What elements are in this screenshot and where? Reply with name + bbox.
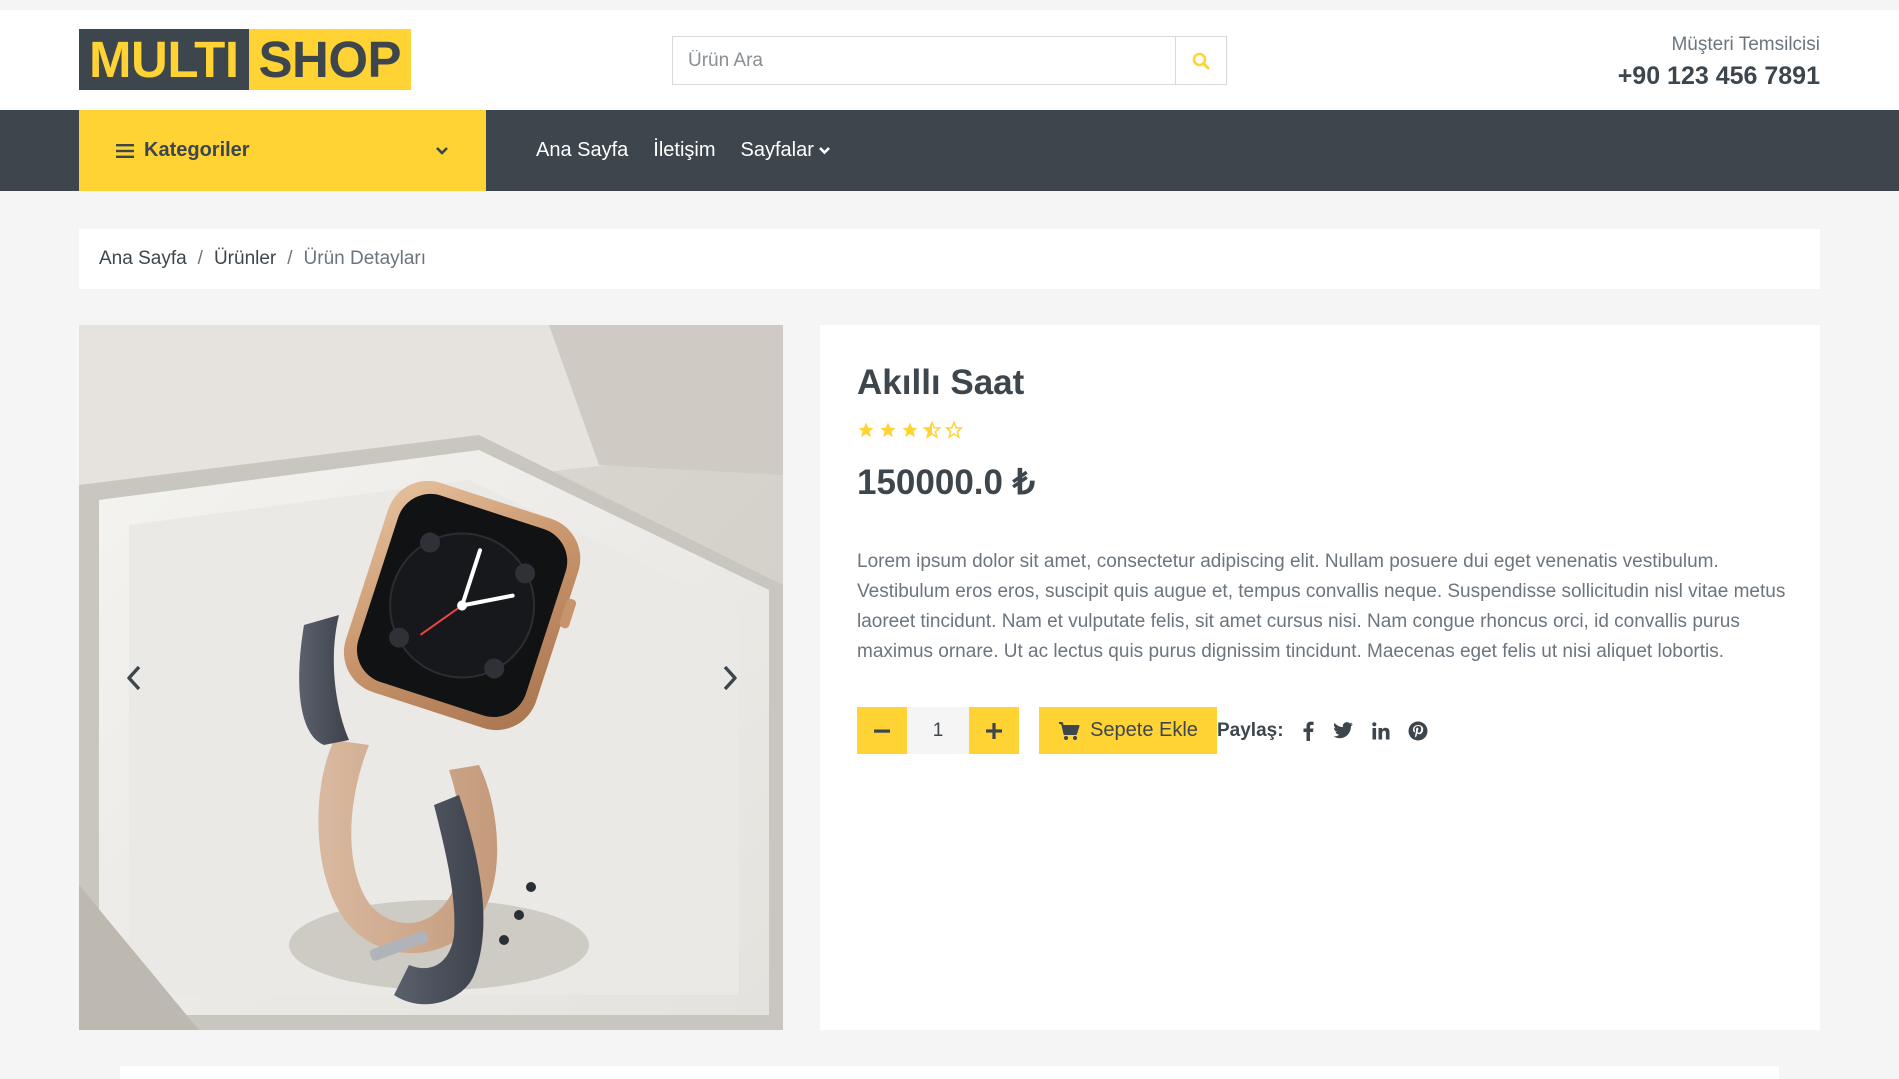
product-price: 150000.0 ₺: [857, 463, 1035, 502]
add-to-cart-label: Sepete Ekle: [1090, 719, 1198, 741]
chevron-right-icon: [723, 665, 737, 691]
linkedin-icon[interactable]: [1371, 721, 1390, 740]
main-navbar: Kategoriler Ana Sayfa İletişim Sayfalar: [0, 110, 1899, 191]
search-icon: [1192, 52, 1210, 69]
product-actions: Sepete Ekle Paylaş:: [857, 707, 1783, 754]
star-empty-icon: [944, 420, 964, 441]
logo-part2: SHOP: [248, 29, 412, 90]
nav-link-home[interactable]: Ana Sayfa: [536, 139, 628, 162]
breadcrumb-current: Ürün Detayları: [303, 248, 427, 269]
site-logo[interactable]: MULTI SHOP: [79, 29, 412, 90]
nav-link-pages-label: Sayfalar: [740, 139, 814, 161]
carousel-prev-button[interactable]: [119, 660, 149, 696]
minus-icon: [874, 729, 890, 733]
quantity-input[interactable]: [907, 707, 969, 754]
site-header: MULTI SHOP Müşteri Temsilcisi +90 123 45…: [0, 10, 1899, 110]
search-input[interactable]: [673, 37, 1175, 84]
star-half-icon: [922, 420, 942, 441]
star-full-icon: [857, 421, 875, 441]
star-full-icon: [879, 421, 897, 441]
breadcrumb: Ana Sayfa / Ürünler / Ürün Detayları: [79, 229, 1820, 289]
customer-contact: Müşteri Temsilcisi +90 123 456 7891: [1618, 32, 1820, 92]
facebook-icon[interactable]: [1302, 721, 1314, 741]
quantity-increase-button[interactable]: [969, 707, 1019, 754]
breadcrumb-products[interactable]: Ürünler: [214, 248, 276, 270]
chevron-left-icon: [127, 665, 141, 691]
carousel-next-button[interactable]: [715, 660, 745, 696]
quantity-decrease-button[interactable]: [857, 707, 907, 754]
plus-icon: [986, 722, 1002, 739]
nav-link-pages[interactable]: Sayfalar: [741, 139, 831, 162]
nav-links: Ana Sayfa İletişim Sayfalar: [536, 110, 856, 191]
logo-part1: MULTI: [79, 29, 249, 90]
product-rating: [857, 420, 1783, 441]
nav-link-contact[interactable]: İletişim: [653, 139, 715, 162]
cart-icon: [1059, 721, 1080, 740]
twitter-icon[interactable]: [1332, 721, 1354, 740]
breadcrumb-separator: /: [287, 248, 293, 269]
pinterest-icon[interactable]: [1408, 721, 1428, 741]
categories-label: Kategoriler: [144, 139, 250, 161]
search-button[interactable]: [1175, 37, 1226, 84]
add-to-cart-button[interactable]: Sepete Ekle: [1039, 707, 1217, 754]
share-links: Paylaş:: [1217, 720, 1446, 742]
star-full-icon: [901, 421, 919, 441]
product-details: Akıllı Saat 150000.0 ₺ Lorem ipsum dolor…: [820, 325, 1820, 1030]
contact-label: Müşteri Temsilcisi: [1671, 34, 1820, 55]
chevron-down-icon: [436, 146, 448, 155]
contact-phone: +90 123 456 7891: [1617, 62, 1820, 90]
top-strip: [0, 0, 1899, 10]
share-label: Paylaş:: [1217, 719, 1284, 741]
breadcrumb-separator: /: [197, 248, 203, 269]
categories-dropdown[interactable]: Kategoriler: [79, 110, 486, 191]
tabs-card-edge: [120, 1066, 1779, 1079]
product-description: Lorem ipsum dolor sit amet, consectetur …: [857, 551, 1786, 662]
product-image: [79, 325, 783, 1030]
product-image-carousel: [79, 325, 783, 1030]
search-bar: [672, 36, 1227, 85]
chevron-down-icon: [818, 147, 830, 155]
menu-bars-icon: [116, 143, 134, 158]
product-title: Akıllı Saat: [857, 363, 1025, 402]
breadcrumb-home[interactable]: Ana Sayfa: [99, 248, 187, 270]
